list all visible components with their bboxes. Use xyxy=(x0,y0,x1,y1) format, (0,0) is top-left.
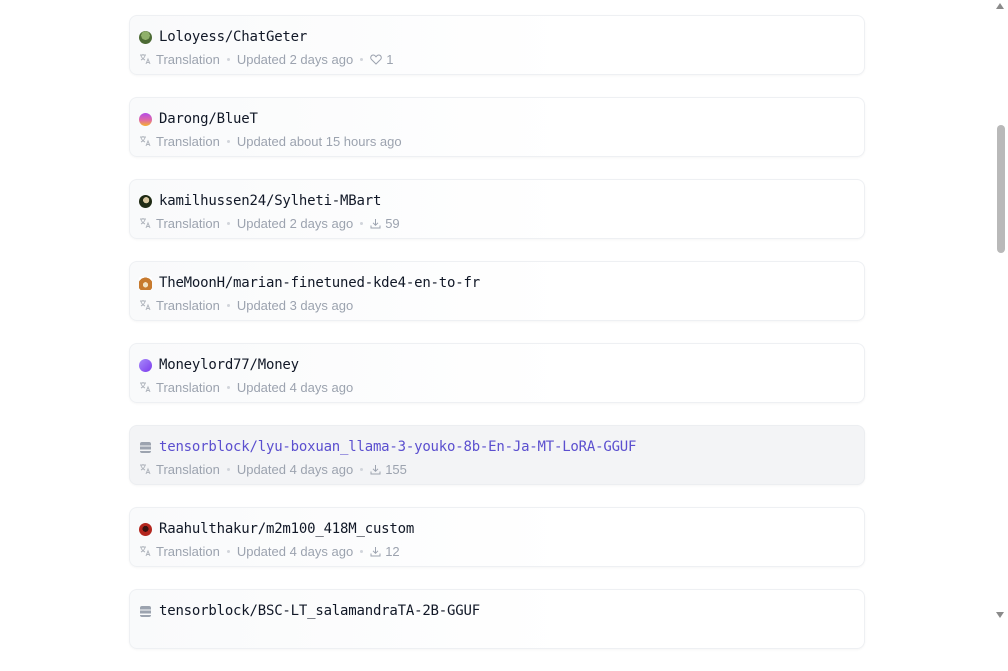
download-icon xyxy=(370,218,381,228)
avatar xyxy=(139,112,152,126)
separator-dot xyxy=(226,221,230,225)
translate-icon xyxy=(140,136,151,147)
separator-dot xyxy=(360,467,364,471)
model-meta: Translation Updated 4 days ago xyxy=(139,379,353,395)
model-title-row: kamilhussen24/Sylheti-MBart xyxy=(139,192,381,210)
translate-icon xyxy=(140,464,151,475)
updated-time: Updated 4 days ago xyxy=(236,461,354,477)
updated-time: Updated 2 days ago xyxy=(236,215,354,231)
model-card[interactable]: Loloyess/ChatGeter Translation Updated 2… xyxy=(129,15,865,75)
org-avatar xyxy=(140,441,151,453)
model-card[interactable]: Moneylord77/Money Translation Updated 4 … xyxy=(129,343,865,403)
translate-icon xyxy=(140,382,151,393)
heart-icon xyxy=(370,53,382,65)
scrollbar-thumb[interactable] xyxy=(997,125,1005,253)
task-label[interactable]: Translation xyxy=(156,134,220,149)
model-title-row: tensorblock/lyu-boxuan_llama-3-youko-8b-… xyxy=(139,438,636,456)
model-meta: Translation Updated 3 days ago xyxy=(139,297,353,313)
translate-icon xyxy=(140,546,151,557)
model-name-link[interactable]: kamilhussen24/Sylheti-MBart xyxy=(159,193,381,209)
model-meta: Translation Updated 2 days ago 59 xyxy=(139,215,400,231)
separator-dot xyxy=(226,467,230,471)
task-label[interactable]: Translation xyxy=(156,216,220,231)
avatar xyxy=(139,522,152,536)
separator-dot xyxy=(360,57,364,61)
model-meta: Translation Updated 4 days ago 155 xyxy=(139,461,407,477)
model-card[interactable]: TheMoonH/marian-finetuned-kde4-en-to-fr … xyxy=(129,261,865,321)
updated-time: Updated 3 days ago xyxy=(236,297,354,313)
org-avatar xyxy=(140,605,151,617)
model-title-row: tensorblock/BSC-LT_salamandraTA-2B-GGUF xyxy=(139,602,480,620)
updated-time: Updated about 15 hours ago xyxy=(236,133,402,149)
model-name-link[interactable]: tensorblock/lyu-boxuan_llama-3-youko-8b-… xyxy=(159,439,636,455)
model-name-link[interactable]: Loloyess/ChatGeter xyxy=(159,29,307,45)
task-label[interactable]: Translation xyxy=(156,462,220,477)
model-name-link[interactable]: Darong/BlueT xyxy=(159,111,258,127)
task-label[interactable]: Translation xyxy=(156,298,220,313)
model-card[interactable]: Raahulthakur/m2m100_418M_custom Translat… xyxy=(129,507,865,567)
translate-icon xyxy=(140,218,151,229)
updated-time: Updated 2 days ago xyxy=(236,51,354,67)
downloads-count: 59 xyxy=(385,215,400,231)
model-name-link[interactable]: Raahulthakur/m2m100_418M_custom xyxy=(159,521,414,537)
model-name-link[interactable]: TheMoonH/marian-finetuned-kde4-en-to-fr xyxy=(159,275,480,291)
download-icon xyxy=(370,464,381,474)
model-card[interactable]: Darong/BlueT Translation Updated about 1… xyxy=(129,97,865,157)
avatar xyxy=(139,194,152,208)
separator-dot xyxy=(226,303,230,307)
scroll-up-arrow-icon[interactable] xyxy=(996,3,1004,9)
separator-dot xyxy=(226,549,230,553)
translate-icon xyxy=(140,300,151,311)
updated-time: Updated 4 days ago xyxy=(236,543,354,559)
model-card[interactable]: tensorblock/BSC-LT_salamandraTA-2B-GGUF xyxy=(129,589,865,649)
scroll-down-arrow-icon[interactable] xyxy=(996,612,1004,618)
task-label[interactable]: Translation xyxy=(156,544,220,559)
model-title-row: Raahulthakur/m2m100_418M_custom xyxy=(139,520,414,538)
likes-count: 1 xyxy=(386,51,394,67)
vertical-scrollbar[interactable] xyxy=(993,0,1008,621)
updated-time: Updated 4 days ago xyxy=(236,379,354,395)
avatar xyxy=(139,30,152,44)
separator-dot xyxy=(226,139,230,143)
model-card-hovered[interactable]: tensorblock/lyu-boxuan_llama-3-youko-8b-… xyxy=(129,425,865,485)
translate-icon xyxy=(140,54,151,65)
avatar xyxy=(139,358,152,372)
model-name-link[interactable]: tensorblock/BSC-LT_salamandraTA-2B-GGUF xyxy=(159,603,480,619)
separator-dot xyxy=(360,221,364,225)
downloads-count: 155 xyxy=(385,461,407,477)
model-meta: Translation Updated 4 days ago 12 xyxy=(139,543,400,559)
model-name-link[interactable]: Moneylord77/Money xyxy=(159,357,299,373)
model-title-row: TheMoonH/marian-finetuned-kde4-en-to-fr xyxy=(139,274,480,292)
downloads-count: 12 xyxy=(385,543,400,559)
task-label[interactable]: Translation xyxy=(156,52,220,67)
model-meta: Translation Updated 2 days ago 1 xyxy=(139,51,393,67)
model-title-row: Moneylord77/Money xyxy=(139,356,299,374)
task-label[interactable]: Translation xyxy=(156,380,220,395)
model-card[interactable]: kamilhussen24/Sylheti-MBart Translation … xyxy=(129,179,865,239)
model-title-row: Loloyess/ChatGeter xyxy=(139,28,307,46)
separator-dot xyxy=(226,57,230,61)
model-title-row: Darong/BlueT xyxy=(139,110,258,128)
model-meta: Translation Updated about 15 hours ago xyxy=(139,133,402,149)
fox-avatar xyxy=(139,276,152,290)
model-list: Loloyess/ChatGeter Translation Updated 2… xyxy=(129,15,865,671)
separator-dot xyxy=(226,385,230,389)
separator-dot xyxy=(360,549,364,553)
download-icon xyxy=(370,546,381,556)
